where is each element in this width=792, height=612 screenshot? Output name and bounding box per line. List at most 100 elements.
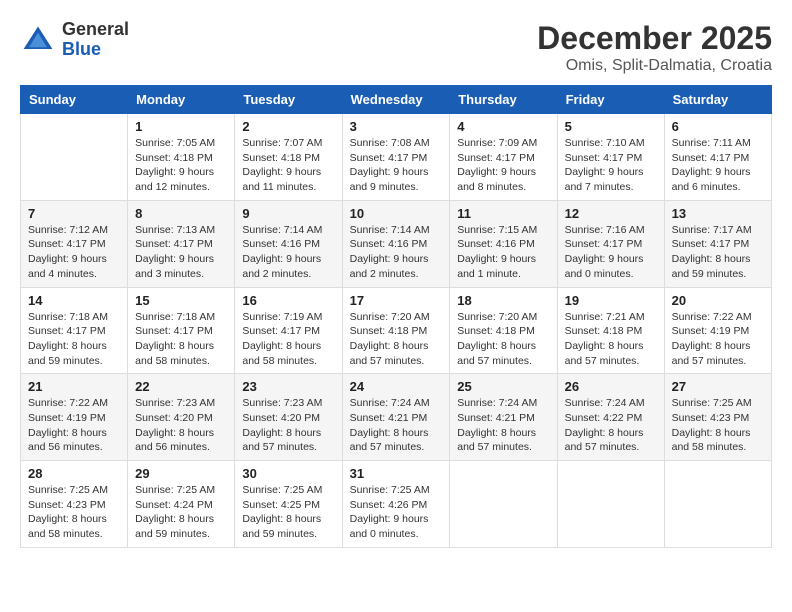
table-row: 25 Sunrise: 7:24 AMSunset: 4:21 PMDaylig… <box>450 374 557 461</box>
header-saturday: Saturday <box>664 86 771 114</box>
table-row: 15 Sunrise: 7:18 AMSunset: 4:17 PMDaylig… <box>128 287 235 374</box>
header-sunday: Sunday <box>21 86 128 114</box>
page-header: General Blue December 2025 Omis, Split-D… <box>20 20 772 75</box>
table-row: 29 Sunrise: 7:25 AMSunset: 4:24 PMDaylig… <box>128 461 235 548</box>
day-number: 23 <box>242 379 334 394</box>
day-number: 7 <box>28 206 120 221</box>
day-info: Sunrise: 7:25 AMSunset: 4:26 PMDaylight:… <box>350 483 443 542</box>
calendar-header-row: Sunday Monday Tuesday Wednesday Thursday… <box>21 86 772 114</box>
day-number: 14 <box>28 293 120 308</box>
table-row: 14 Sunrise: 7:18 AMSunset: 4:17 PMDaylig… <box>21 287 128 374</box>
table-row: 26 Sunrise: 7:24 AMSunset: 4:22 PMDaylig… <box>557 374 664 461</box>
logo: General Blue <box>20 20 129 60</box>
day-number: 6 <box>672 119 764 134</box>
day-info: Sunrise: 7:24 AMSunset: 4:21 PMDaylight:… <box>350 396 443 455</box>
location-title: Omis, Split-Dalmatia, Croatia <box>537 57 772 75</box>
table-row: 8 Sunrise: 7:13 AMSunset: 4:17 PMDayligh… <box>128 200 235 287</box>
table-row: 3 Sunrise: 7:08 AMSunset: 4:17 PMDayligh… <box>342 114 450 201</box>
table-row: 17 Sunrise: 7:20 AMSunset: 4:18 PMDaylig… <box>342 287 450 374</box>
day-info: Sunrise: 7:11 AMSunset: 4:17 PMDaylight:… <box>672 136 764 195</box>
calendar-week-row: 14 Sunrise: 7:18 AMSunset: 4:17 PMDaylig… <box>21 287 772 374</box>
header-thursday: Thursday <box>450 86 557 114</box>
logo-text: General Blue <box>62 20 129 60</box>
day-number: 12 <box>565 206 657 221</box>
table-row <box>21 114 128 201</box>
day-number: 11 <box>457 206 549 221</box>
table-row: 16 Sunrise: 7:19 AMSunset: 4:17 PMDaylig… <box>235 287 342 374</box>
day-info: Sunrise: 7:10 AMSunset: 4:17 PMDaylight:… <box>565 136 657 195</box>
day-number: 31 <box>350 466 443 481</box>
day-number: 15 <box>135 293 227 308</box>
table-row: 12 Sunrise: 7:16 AMSunset: 4:17 PMDaylig… <box>557 200 664 287</box>
day-info: Sunrise: 7:21 AMSunset: 4:18 PMDaylight:… <box>565 310 657 369</box>
day-info: Sunrise: 7:05 AMSunset: 4:18 PMDaylight:… <box>135 136 227 195</box>
table-row <box>664 461 771 548</box>
day-info: Sunrise: 7:08 AMSunset: 4:17 PMDaylight:… <box>350 136 443 195</box>
day-info: Sunrise: 7:12 AMSunset: 4:17 PMDaylight:… <box>28 223 120 282</box>
day-number: 28 <box>28 466 120 481</box>
logo-blue-text: Blue <box>62 40 129 60</box>
title-area: December 2025 Omis, Split-Dalmatia, Croa… <box>537 20 772 75</box>
day-number: 10 <box>350 206 443 221</box>
day-number: 25 <box>457 379 549 394</box>
day-number: 18 <box>457 293 549 308</box>
day-number: 2 <box>242 119 334 134</box>
day-info: Sunrise: 7:14 AMSunset: 4:16 PMDaylight:… <box>350 223 443 282</box>
table-row <box>557 461 664 548</box>
day-info: Sunrise: 7:18 AMSunset: 4:17 PMDaylight:… <box>135 310 227 369</box>
table-row: 7 Sunrise: 7:12 AMSunset: 4:17 PMDayligh… <box>21 200 128 287</box>
day-number: 16 <box>242 293 334 308</box>
day-number: 22 <box>135 379 227 394</box>
day-number: 27 <box>672 379 764 394</box>
table-row: 11 Sunrise: 7:15 AMSunset: 4:16 PMDaylig… <box>450 200 557 287</box>
calendar-week-row: 28 Sunrise: 7:25 AMSunset: 4:23 PMDaylig… <box>21 461 772 548</box>
day-number: 8 <box>135 206 227 221</box>
month-title: December 2025 <box>537 20 772 57</box>
day-info: Sunrise: 7:24 AMSunset: 4:22 PMDaylight:… <box>565 396 657 455</box>
table-row: 24 Sunrise: 7:24 AMSunset: 4:21 PMDaylig… <box>342 374 450 461</box>
table-row: 18 Sunrise: 7:20 AMSunset: 4:18 PMDaylig… <box>450 287 557 374</box>
calendar-table: Sunday Monday Tuesday Wednesday Thursday… <box>20 85 772 548</box>
day-number: 20 <box>672 293 764 308</box>
day-info: Sunrise: 7:23 AMSunset: 4:20 PMDaylight:… <box>242 396 334 455</box>
day-info: Sunrise: 7:24 AMSunset: 4:21 PMDaylight:… <box>457 396 549 455</box>
day-info: Sunrise: 7:20 AMSunset: 4:18 PMDaylight:… <box>457 310 549 369</box>
day-number: 13 <box>672 206 764 221</box>
table-row: 23 Sunrise: 7:23 AMSunset: 4:20 PMDaylig… <box>235 374 342 461</box>
day-info: Sunrise: 7:19 AMSunset: 4:17 PMDaylight:… <box>242 310 334 369</box>
day-number: 5 <box>565 119 657 134</box>
day-info: Sunrise: 7:14 AMSunset: 4:16 PMDaylight:… <box>242 223 334 282</box>
day-number: 3 <box>350 119 443 134</box>
day-info: Sunrise: 7:09 AMSunset: 4:17 PMDaylight:… <box>457 136 549 195</box>
day-info: Sunrise: 7:18 AMSunset: 4:17 PMDaylight:… <box>28 310 120 369</box>
header-friday: Friday <box>557 86 664 114</box>
logo-icon <box>20 22 56 58</box>
day-number: 21 <box>28 379 120 394</box>
table-row: 28 Sunrise: 7:25 AMSunset: 4:23 PMDaylig… <box>21 461 128 548</box>
table-row: 22 Sunrise: 7:23 AMSunset: 4:20 PMDaylig… <box>128 374 235 461</box>
table-row: 9 Sunrise: 7:14 AMSunset: 4:16 PMDayligh… <box>235 200 342 287</box>
day-info: Sunrise: 7:17 AMSunset: 4:17 PMDaylight:… <box>672 223 764 282</box>
day-info: Sunrise: 7:25 AMSunset: 4:24 PMDaylight:… <box>135 483 227 542</box>
calendar-week-row: 21 Sunrise: 7:22 AMSunset: 4:19 PMDaylig… <box>21 374 772 461</box>
table-row: 27 Sunrise: 7:25 AMSunset: 4:23 PMDaylig… <box>664 374 771 461</box>
day-number: 1 <box>135 119 227 134</box>
calendar-week-row: 1 Sunrise: 7:05 AMSunset: 4:18 PMDayligh… <box>21 114 772 201</box>
table-row: 6 Sunrise: 7:11 AMSunset: 4:17 PMDayligh… <box>664 114 771 201</box>
day-number: 19 <box>565 293 657 308</box>
day-info: Sunrise: 7:23 AMSunset: 4:20 PMDaylight:… <box>135 396 227 455</box>
day-number: 29 <box>135 466 227 481</box>
table-row: 31 Sunrise: 7:25 AMSunset: 4:26 PMDaylig… <box>342 461 450 548</box>
day-info: Sunrise: 7:25 AMSunset: 4:25 PMDaylight:… <box>242 483 334 542</box>
table-row: 19 Sunrise: 7:21 AMSunset: 4:18 PMDaylig… <box>557 287 664 374</box>
header-tuesday: Tuesday <box>235 86 342 114</box>
table-row: 13 Sunrise: 7:17 AMSunset: 4:17 PMDaylig… <box>664 200 771 287</box>
logo-general-text: General <box>62 20 129 40</box>
day-info: Sunrise: 7:22 AMSunset: 4:19 PMDaylight:… <box>672 310 764 369</box>
table-row <box>450 461 557 548</box>
calendar-week-row: 7 Sunrise: 7:12 AMSunset: 4:17 PMDayligh… <box>21 200 772 287</box>
day-info: Sunrise: 7:07 AMSunset: 4:18 PMDaylight:… <box>242 136 334 195</box>
table-row: 10 Sunrise: 7:14 AMSunset: 4:16 PMDaylig… <box>342 200 450 287</box>
table-row: 21 Sunrise: 7:22 AMSunset: 4:19 PMDaylig… <box>21 374 128 461</box>
header-wednesday: Wednesday <box>342 86 450 114</box>
